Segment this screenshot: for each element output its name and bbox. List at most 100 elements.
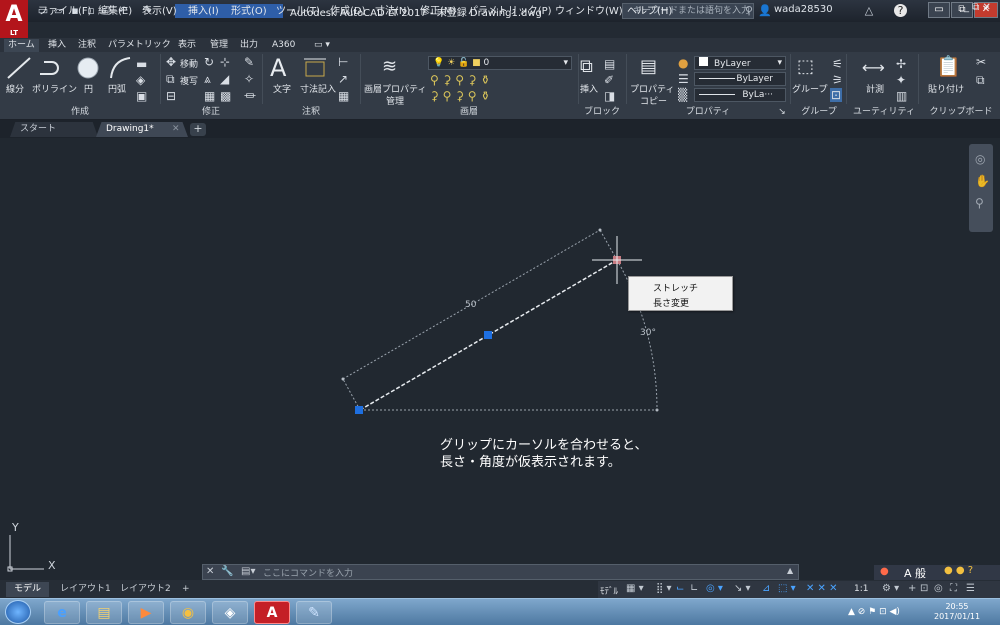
file-explorer-icon[interactable]: ▤ — [86, 601, 122, 624]
text-icon[interactable]: A — [270, 54, 286, 82]
ime-icon[interactable]: ● — [880, 566, 889, 577]
search-icon[interactable]: ⚲ — [742, 4, 756, 17]
utilities-group-label[interactable]: ユーティリティ — [846, 106, 922, 120]
close-tab-icon[interactable]: ✕ — [172, 124, 180, 134]
command-customize-icon[interactable]: 🔧 — [221, 566, 233, 577]
offset-icon[interactable]: ⏛ — [244, 90, 256, 102]
steering-wheel-icon[interactable]: ◎ — [975, 152, 985, 166]
command-input[interactable]: ここにコマンドを入力 — [263, 566, 353, 579]
layer-dropdown[interactable]: 💡 ☀ 🔓 ■ 0 ▾ — [428, 56, 572, 70]
menu-item-stretch[interactable]: ストレッチ — [653, 281, 698, 294]
menu-modify[interactable]: 修正(M) — [420, 2, 456, 17]
help-icon[interactable]: ? — [894, 4, 907, 17]
command-history-icon[interactable]: ▤▾ — [241, 566, 255, 577]
ribbon-options-icon[interactable]: ▭ ▾ — [310, 39, 334, 52]
exchange-icon[interactable]: △ — [862, 4, 876, 17]
paste-icon[interactable]: 📋 — [936, 54, 961, 78]
copy-icon[interactable]: ⧉ — [166, 73, 175, 85]
messenger-icon[interactable]: ◈ — [212, 601, 248, 624]
fullscreen-icon[interactable]: ⛶ — [950, 583, 957, 594]
menu-dimension[interactable]: 寸法(N) — [375, 2, 410, 17]
measure-label[interactable]: 計測 — [866, 82, 884, 95]
copy-clip-icon[interactable]: ⧉ — [976, 74, 985, 86]
tray-icons[interactable]: ▲ ⊘ ⚑ ⊡ ◀) — [848, 607, 900, 617]
modify-group-label[interactable]: 修正 — [160, 106, 262, 120]
minimize-button[interactable]: ▭ — [928, 2, 950, 18]
tab-model[interactable]: モデル — [6, 582, 50, 597]
insert-block-label[interactable]: 挿入 — [580, 82, 598, 95]
tab-annotate[interactable]: 注釈 — [74, 39, 100, 52]
leader-icon[interactable]: ↗ — [338, 73, 348, 85]
menu-parametric[interactable]: パラメトリック(P) — [468, 2, 552, 17]
group-button-label[interactable]: グループ — [792, 82, 827, 95]
groups-group-label[interactable]: グループ — [790, 106, 848, 120]
layer-properties-icon[interactable]: ≋ — [382, 56, 397, 77]
lineweight-dropdown[interactable]: ByLa··· — [694, 88, 786, 102]
properties-group-label[interactable]: プロパティ — [626, 106, 790, 120]
copy-label[interactable]: 複写 — [180, 74, 198, 87]
midpoint-grip[interactable] — [484, 331, 492, 339]
menu-file[interactable]: ファイル(F) — [38, 2, 92, 17]
edit-block-icon[interactable]: ✐ — [604, 74, 614, 86]
dimension-icon[interactable] — [302, 56, 328, 80]
fillet-icon[interactable]: ◢ — [220, 73, 229, 85]
layer-tools-icon[interactable]: ⚲ ⚳ ⚲ ⚳ ⚱ — [430, 74, 490, 86]
tab-layout1[interactable]: レイアウト1 — [52, 582, 119, 597]
hatch-icon[interactable]: ◈ — [136, 74, 145, 86]
new-layout-icon[interactable]: + — [174, 582, 198, 597]
menu-tools[interactable]: ツール(T) — [276, 2, 320, 17]
annotation-visibility-icon[interactable]: ✕ ✕ ✕ — [806, 583, 838, 594]
clipboard-group-label[interactable]: クリップボード — [922, 106, 1000, 120]
block-attribute-icon[interactable]: ◨ — [604, 90, 615, 102]
start-button[interactable] — [5, 600, 31, 624]
new-tab-icon[interactable]: + — [190, 123, 206, 136]
layer-state-icon[interactable]: ⚳ ⚲ ⚳ ⚲ ⚱ — [430, 90, 490, 102]
tab-insert[interactable]: 挿入 — [44, 39, 70, 52]
menu-insert[interactable]: 挿入(I) — [188, 2, 219, 17]
trim-icon[interactable]: ⊹ — [220, 56, 230, 68]
cut-icon[interactable]: ✂ — [976, 56, 986, 68]
isolate-objects-icon[interactable]: ◎ — [934, 583, 943, 594]
tab-layout2[interactable]: レイアウト2 — [112, 582, 179, 597]
user-name[interactable]: wada28530 — [774, 4, 833, 15]
group-select-icon[interactable]: ⊡ — [830, 88, 843, 102]
measure-icon[interactable]: ⟷ — [862, 58, 885, 77]
circle-label[interactable]: 円 — [84, 82, 93, 95]
circle-icon[interactable] — [76, 56, 100, 80]
command-close-icon[interactable]: ✕ — [206, 566, 214, 577]
osnap-icon[interactable]: ◎ ▾ — [706, 583, 723, 594]
pan-icon[interactable]: ✋ — [975, 174, 990, 188]
clock[interactable]: 20:55 2017/01/11 — [934, 602, 980, 622]
annotation-scale[interactable]: 1:1 — [854, 584, 868, 594]
paint-icon[interactable]: ✎ — [296, 601, 332, 624]
quick-properties-icon[interactable]: ⊡ — [920, 583, 928, 594]
block-group-label[interactable]: ブロック — [578, 106, 626, 120]
ime-mode-icon[interactable]: A 般 — [904, 565, 926, 581]
ortho-icon[interactable]: ⌙ — [676, 583, 684, 594]
model-space-button[interactable]: ﾓﾃﾞﾙ — [600, 584, 618, 597]
lineweight-toggle-icon[interactable]: ⊿ — [762, 583, 770, 594]
customize-icon[interactable]: ☰ — [966, 583, 975, 594]
rotate-icon[interactable]: ↻ — [204, 56, 214, 68]
dimension-label[interactable]: 寸法記入 — [300, 82, 336, 95]
ime-tools-icon[interactable]: ● ● ? — [944, 565, 973, 576]
stretch-icon[interactable]: ⊟ — [166, 90, 176, 102]
menu-edit[interactable]: 編集(E) — [98, 2, 132, 17]
mirror-icon[interactable]: ⩓ — [204, 73, 211, 85]
document-window-controls[interactable]: _ ⧉ ✕ — [964, 2, 991, 13]
quick-select-icon[interactable]: ✢ — [896, 58, 906, 70]
drawing-canvas[interactable] — [0, 138, 1000, 580]
insert-block-icon[interactable]: ⧉ — [580, 56, 593, 77]
ime-toolbar[interactable]: ● A 般 ● ● ? — [874, 565, 1000, 580]
array-icon[interactable]: ▩ — [220, 90, 231, 102]
linear-dim-icon[interactable]: ⊢ — [338, 56, 348, 68]
tab-view[interactable]: 表示 — [174, 39, 200, 52]
move-icon[interactable]: ✥ — [166, 56, 176, 68]
application-menu-button[interactable]: A LT — [0, 0, 28, 38]
group-icon[interactable]: ⬚ — [797, 56, 814, 77]
erase-icon[interactable]: ✎ — [244, 56, 254, 68]
explode-icon[interactable]: ✧ — [244, 73, 254, 85]
autocad-taskbar-icon[interactable]: A — [254, 601, 290, 624]
tab-manage[interactable]: 管理 — [206, 39, 232, 52]
zoom-icon[interactable]: ⚲ — [975, 196, 984, 210]
